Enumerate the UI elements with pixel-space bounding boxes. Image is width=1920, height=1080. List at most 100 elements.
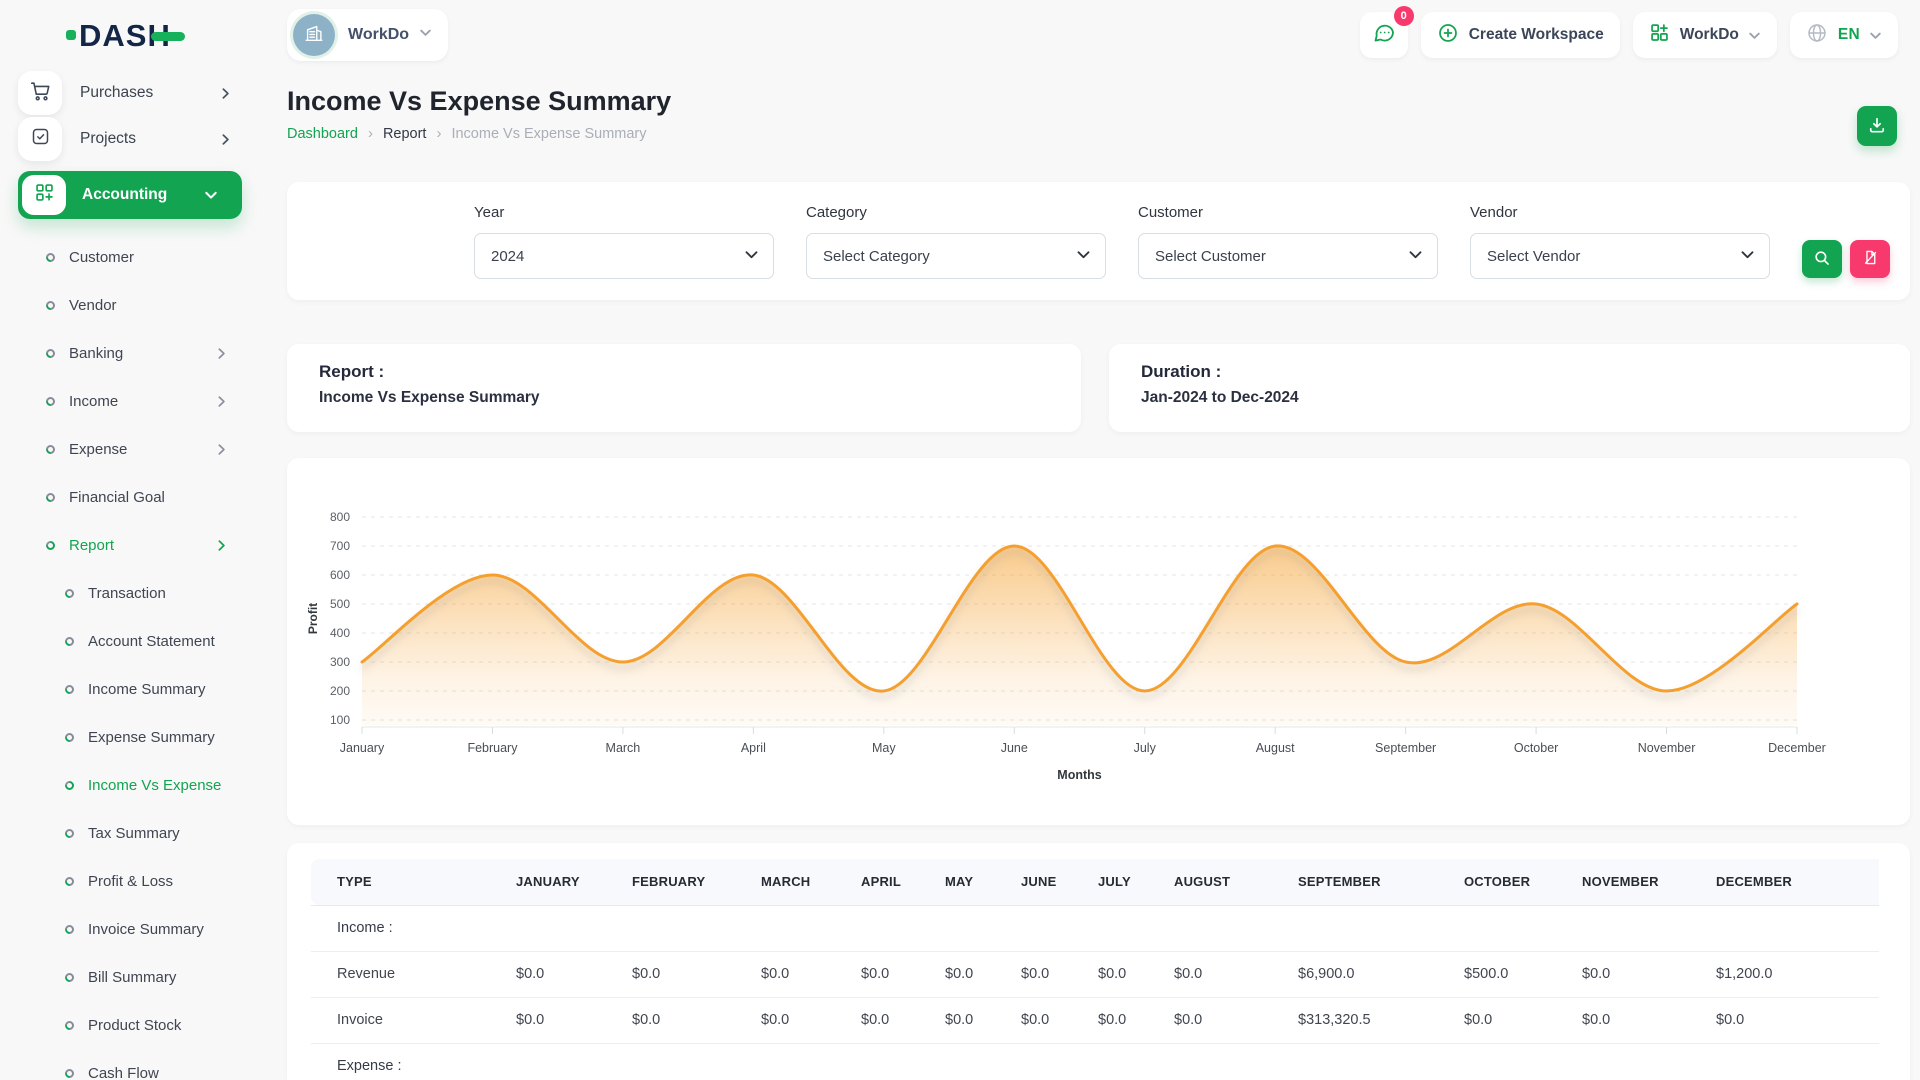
language-selector[interactable]: EN (1790, 12, 1898, 58)
svg-text:400: 400 (330, 626, 350, 640)
chevron-right-icon (215, 347, 228, 360)
bullet-icon (44, 491, 57, 504)
workdo-menu-button[interactable]: WorkDo (1633, 12, 1777, 58)
create-workspace-button[interactable]: Create Workspace (1421, 12, 1620, 58)
table-row: Expense : (311, 1043, 1879, 1080)
sidebar-item-projects[interactable]: Projects (18, 116, 242, 162)
customer-label: Customer (1138, 204, 1438, 221)
table-body: Income :Revenue$0.0$0.0$0.0$0.0$0.0$0.0$… (311, 905, 1879, 1080)
app-logo[interactable]: DASH (18, 0, 242, 70)
svg-text:October: October (1514, 741, 1558, 755)
sidebar-subitem-financial-goal[interactable]: Financial Goal (18, 473, 242, 521)
download-button[interactable] (1857, 106, 1897, 146)
sidebar-subitem-product-stock[interactable]: Product Stock (18, 1001, 242, 1049)
sidebar-subitem-banking[interactable]: Banking (18, 329, 242, 377)
sidebar-subitem-vendor[interactable]: Vendor (18, 281, 242, 329)
table-row: Invoice$0.0$0.0$0.0$0.0$0.0$0.0$0.0$0.0$… (311, 997, 1879, 1043)
column-header: JANUARY (508, 859, 624, 905)
chevron-down-icon (1408, 247, 1423, 266)
messages-badge: 0 (1394, 6, 1414, 26)
sidebar-subitem-bill-summary[interactable]: Bill Summary (18, 953, 242, 1001)
chevron-right-icon (215, 539, 228, 552)
column-header: FEBRUARY (624, 859, 753, 905)
breadcrumb-dashboard[interactable]: Dashboard (287, 126, 358, 142)
chevron-right-icon (215, 443, 228, 456)
bullet-icon (44, 395, 57, 408)
reset-filter-button[interactable] (1850, 240, 1890, 278)
column-header: MARCH (753, 859, 853, 905)
table-row: Revenue$0.0$0.0$0.0$0.0$0.0$0.0$0.0$0.0$… (311, 951, 1879, 997)
sidebar-subitem-account-statement[interactable]: Account Statement (18, 617, 242, 665)
customer-select[interactable]: Select Customer (1138, 233, 1438, 279)
duration-value: Jan-2024 to Dec-2024 (1141, 389, 1878, 407)
bullet-icon (63, 779, 76, 792)
sidebar-subitem-income-vs-expense[interactable]: Income Vs Expense (18, 761, 242, 809)
svg-text:Months: Months (1057, 768, 1101, 782)
sidebar-item-purchases[interactable]: Purchases (18, 70, 242, 116)
bullet-icon (63, 635, 76, 648)
grid-plus-icon (1649, 22, 1670, 48)
svg-text:100: 100 (330, 713, 350, 727)
building-icon (303, 22, 325, 49)
column-header: NOVEMBER (1574, 859, 1708, 905)
column-header: APRIL (853, 859, 937, 905)
sidebar-item-accounting[interactable]: Accounting (18, 171, 242, 219)
duration-card: Duration : Jan-2024 to Dec-2024 (1109, 344, 1910, 432)
apply-filter-button[interactable] (1802, 240, 1842, 278)
globe-icon (1806, 22, 1828, 49)
profit-chart-svg: 100200300400500600700800JanuaryFebruaryM… (287, 462, 1903, 822)
sidebar-subitem-tax-summary[interactable]: Tax Summary (18, 809, 242, 857)
workspace-avatar (293, 14, 335, 56)
topbar: WorkDo 0 (287, 0, 1910, 70)
bullet-icon (44, 539, 57, 552)
bullet-icon (63, 1019, 76, 1032)
page-title: Income Vs Expense Summary (287, 84, 1910, 118)
chevron-right-icon (215, 395, 228, 408)
vendor-select[interactable]: Select Vendor (1470, 233, 1770, 279)
duration-label: Duration : (1141, 362, 1878, 382)
bullet-icon (63, 587, 76, 600)
sidebar-subitem-customer[interactable]: Customer (18, 233, 242, 281)
chevron-down-icon (1076, 247, 1091, 266)
bullet-icon (63, 875, 76, 888)
accounting-submenu: CustomerVendorBankingIncomeExpenseFinanc… (18, 233, 242, 1080)
bullet-icon (63, 1067, 76, 1080)
sidebar-subitem-report[interactable]: Report (18, 521, 242, 569)
column-header: OCTOBER (1456, 859, 1574, 905)
column-header: MAY (937, 859, 1013, 905)
svg-text:700: 700 (330, 539, 350, 553)
svg-text:March: March (606, 741, 641, 755)
svg-text:September: September (1375, 741, 1436, 755)
chevron-right-icon (219, 87, 232, 100)
sidebar-subitem-expense[interactable]: Expense (18, 425, 242, 473)
sidebar-subitem-income-summary[interactable]: Income Summary (18, 665, 242, 713)
svg-text:January: January (340, 741, 385, 755)
year-select[interactable]: 2024 (474, 233, 774, 279)
sidebar-subitem-invoice-summary[interactable]: Invoice Summary (18, 905, 242, 953)
breadcrumb-current: Income Vs Expense Summary (451, 126, 646, 142)
sidebar-subitem-expense-summary[interactable]: Expense Summary (18, 713, 242, 761)
workspace-selector[interactable]: WorkDo (287, 9, 448, 61)
sidebar-subitem-profit-loss[interactable]: Profit & Loss (18, 857, 242, 905)
main-content: WorkDo 0 (256, 0, 1920, 1080)
bullet-icon (44, 299, 57, 312)
chart-card: 100200300400500600700800JanuaryFebruaryM… (287, 458, 1910, 825)
sidebar-subitem-income[interactable]: Income (18, 377, 242, 425)
table-row: Income : (311, 905, 1879, 951)
svg-text:May: May (872, 741, 896, 755)
chevron-down-icon (204, 188, 218, 202)
sidebar-subitem-cash-flow[interactable]: Cash Flow (18, 1049, 242, 1080)
filter-card: Year 2024 Category Select Category (287, 182, 1910, 300)
sidebar-nav: Purchases Projects (18, 70, 242, 1080)
bullet-icon (44, 251, 57, 264)
sidebar-subitem-transaction[interactable]: Transaction (18, 569, 242, 617)
breadcrumb-separator: › (368, 125, 373, 142)
svg-text:June: June (1001, 741, 1028, 755)
chevron-down-icon (1869, 29, 1882, 42)
svg-text:800: 800 (330, 510, 350, 524)
logo-dot (66, 30, 76, 40)
download-icon (1867, 115, 1887, 138)
messages-button[interactable]: 0 (1360, 12, 1408, 58)
breadcrumb-report[interactable]: Report (383, 126, 427, 142)
category-select[interactable]: Select Category (806, 233, 1106, 279)
